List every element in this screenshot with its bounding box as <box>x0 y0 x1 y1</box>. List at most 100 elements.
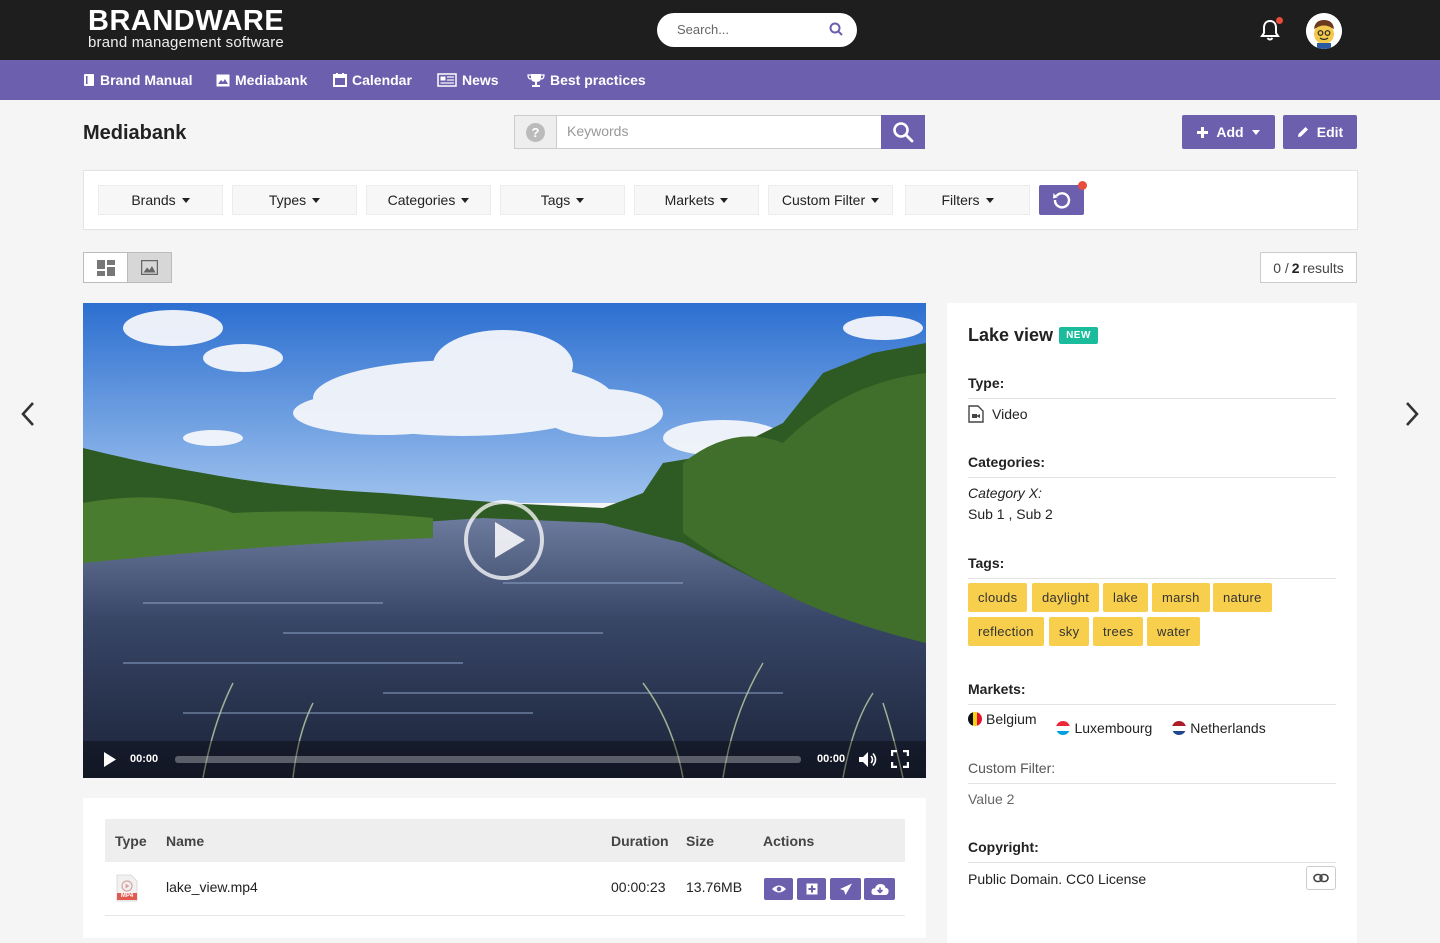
download-button[interactable] <box>864 878 895 900</box>
chevron-down-icon <box>1251 129 1260 135</box>
next-arrow-icon[interactable] <box>1404 400 1420 433</box>
share-button[interactable] <box>830 878 861 900</box>
edit-button[interactable]: Edit <box>1283 115 1357 149</box>
view-toggle <box>83 252 172 283</box>
filter-tags[interactable]: Tags <box>500 185 625 215</box>
nav-best-practices-label: Best practices <box>550 72 646 88</box>
cloud-download-icon <box>870 883 889 895</box>
col-actions: Actions <box>763 833 815 849</box>
caret-down-icon <box>871 197 880 203</box>
user-avatar[interactable] <box>1306 13 1342 49</box>
video-file-icon <box>968 405 984 423</box>
filter-types[interactable]: Types <box>232 185 357 215</box>
nav-news-label: News <box>462 72 499 88</box>
new-badge: NEW <box>1059 327 1098 344</box>
video-player[interactable]: 00:00 00:00 <box>83 303 926 778</box>
notifications-bell-icon[interactable] <box>1260 17 1283 46</box>
table-header: Type Name Duration Size Actions <box>105 819 905 862</box>
market-belgium: Belgium <box>968 711 1037 727</box>
filter-markets[interactable]: Markets <box>634 185 759 215</box>
link-icon <box>1313 873 1329 883</box>
global-search <box>657 13 857 47</box>
filter-markets-label: Markets <box>664 192 715 208</box>
edit-button-label: Edit <box>1316 124 1344 140</box>
tags-label: Tags: <box>968 555 1336 579</box>
image-icon <box>141 260 158 275</box>
search-icon[interactable] <box>829 22 843 41</box>
file-duration: 00:00:23 <box>611 879 666 895</box>
tag-chip[interactable]: water <box>1147 617 1201 646</box>
netherlands-flag-icon <box>1172 721 1187 736</box>
col-size: Size <box>686 833 715 849</box>
copyright-label: Copyright: <box>968 839 1336 863</box>
paper-plane-icon <box>839 883 852 895</box>
add-button[interactable]: Add <box>1182 115 1275 149</box>
asset-title: Lake view <box>968 325 1054 345</box>
tag-chip[interactable]: clouds <box>968 583 1028 612</box>
caret-down-icon <box>985 197 994 203</box>
nav-best-practices[interactable]: Best practices <box>527 60 646 100</box>
brand-logo[interactable]: BRANDWARE brand management software <box>88 6 284 50</box>
luxembourg-flag-icon <box>1056 721 1071 736</box>
col-type: Type <box>115 833 147 849</box>
col-name: Name <box>166 833 205 849</box>
progress-track[interactable] <box>175 756 801 763</box>
filter-custom[interactable]: Custom Filter <box>768 185 893 215</box>
current-time: 00:00 <box>130 753 159 765</box>
nav-news[interactable]: News <box>437 60 499 100</box>
copy-link-button[interactable] <box>1306 866 1336 890</box>
nav-mediabank[interactable]: Mediabank <box>216 60 307 100</box>
keyword-input[interactable] <box>567 123 867 139</box>
asset-detail-panel: Lake view NEW Type: Video Categories: Ca… <box>947 303 1357 943</box>
filter-types-label: Types <box>268 192 307 208</box>
nav-calendar[interactable]: Calendar <box>333 60 412 100</box>
filter-more[interactable]: Filters <box>905 185 1030 215</box>
search-icon <box>893 122 914 143</box>
keyword-help-button[interactable]: ? <box>515 116 557 148</box>
caret-down-icon <box>720 197 729 203</box>
file-type-badge: MP4 <box>120 893 134 899</box>
nav-brand-manual[interactable]: Brand Manual <box>83 60 193 100</box>
tag-chip[interactable]: daylight <box>1032 583 1100 612</box>
reset-filters-button[interactable] <box>1039 181 1087 215</box>
filter-brands[interactable]: Brands <box>98 185 223 215</box>
filter-custom-label: Custom Filter <box>781 192 866 208</box>
reset-icon <box>1052 192 1070 209</box>
grid-view-button[interactable] <box>84 253 127 282</box>
tag-chip[interactable]: reflection <box>968 617 1044 646</box>
caret-down-icon <box>312 197 321 203</box>
market-name: Netherlands <box>1190 720 1266 737</box>
category-name: Category X: <box>968 485 1042 501</box>
main-nav: Brand Manual Mediabank Calendar News Bes… <box>0 60 1440 100</box>
tag-chip[interactable]: marsh <box>1152 583 1210 612</box>
plus-square-icon <box>806 883 817 895</box>
type-value: Video <box>992 406 1028 422</box>
filter-brands-label: Brands <box>131 192 176 208</box>
file-name[interactable]: lake_view.mp4 <box>166 879 258 895</box>
tag-chip[interactable]: sky <box>1049 617 1090 646</box>
results-selected: 0 <box>1273 259 1281 276</box>
results-label: results <box>1302 259 1344 276</box>
play-icon[interactable] <box>103 751 117 768</box>
caret-down-icon <box>181 197 190 203</box>
add-to-collection-button[interactable] <box>797 878 826 900</box>
tag-chip[interactable]: lake <box>1103 583 1149 612</box>
detail-view-button[interactable] <box>127 253 171 282</box>
top-bar: BRANDWARE brand management software <box>0 0 1440 60</box>
prev-arrow-icon[interactable] <box>20 400 36 433</box>
volume-icon[interactable] <box>858 751 878 768</box>
filter-categories[interactable]: Categories <box>366 185 491 215</box>
caret-down-icon <box>461 197 470 203</box>
custom-filter-label: Custom Filter: <box>968 760 1336 784</box>
asset-title-row: Lake view NEW <box>968 325 1098 346</box>
keyword-search-button[interactable] <box>881 115 925 149</box>
tag-chip[interactable]: trees <box>1093 617 1144 646</box>
preview-button[interactable] <box>764 878 793 900</box>
play-overlay-icon[interactable] <box>464 500 544 580</box>
market-luxembourg: Luxembourg <box>1056 720 1152 736</box>
image-icon <box>216 74 230 86</box>
fullscreen-icon[interactable] <box>891 750 909 768</box>
categories-label: Categories: <box>968 454 1336 478</box>
tag-chip[interactable]: nature <box>1213 583 1272 612</box>
global-search-input[interactable] <box>677 22 817 37</box>
